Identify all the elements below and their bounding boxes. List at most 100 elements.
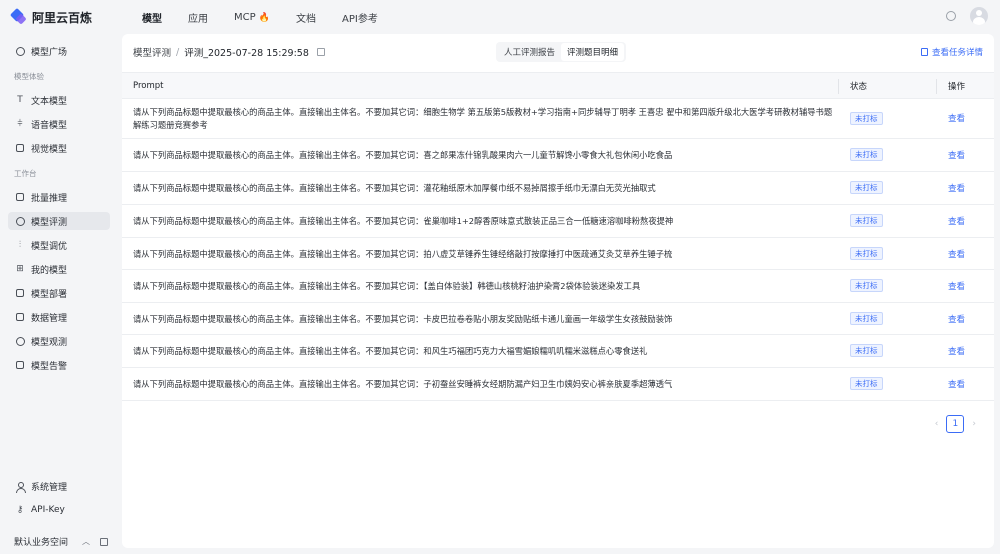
breadcrumb-current: 评测_2025-07-28 15:29:58	[184, 48, 309, 59]
status-badge: 未打标	[850, 312, 883, 325]
workspace-switcher[interactable]: 默认业务空间 ︿	[14, 535, 110, 548]
sidebar-item-model-tuning[interactable]: ⫶ 模型调优	[8, 236, 110, 254]
chevron-left-icon[interactable]: ‹	[935, 419, 939, 429]
prompt-cell: 请从下列商品标题中提取最核心的商品主体。直接输出主体名。不要加其它词：卡皮巴拉卷…	[133, 314, 673, 324]
sidebar-item-system[interactable]: 系统管理	[8, 477, 110, 495]
view-task-details-label: 查看任务详情	[931, 48, 983, 58]
sidebar-item-label: 文本模型	[31, 96, 68, 107]
table-header: Prompt 状态 操作	[122, 72, 994, 99]
status-badge: 未打标	[850, 214, 883, 227]
view-button[interactable]: 查看	[948, 149, 965, 161]
tab-question-details[interactable]: 评测题目明细	[561, 43, 625, 61]
sidebar-item-data[interactable]: 数据管理	[8, 308, 110, 326]
user-icon	[15, 481, 26, 493]
gear-icon[interactable]	[946, 11, 956, 21]
sidebar-item-alert[interactable]: 模型告警	[8, 356, 110, 374]
table-row: 请从下列商品标题中提取最核心的商品主体。直接输出主体名。不要加其它词：拍八虚艾草…	[122, 238, 994, 270]
avatar[interactable]	[970, 7, 988, 25]
top-bar: 阿里云百炼 模型 应用 MCP 🔥 文档 API参考	[0, 0, 1000, 34]
batch-icon	[15, 192, 25, 202]
sidebar-item-api-key[interactable]: ⚷ API-Key	[8, 501, 110, 519]
status-badge: 未打标	[850, 377, 883, 390]
sidebar-item-vision-model[interactable]: 视觉模型	[8, 139, 110, 157]
sidebar-item-label: 模型观测	[31, 337, 68, 348]
sidebar-item-voice-model[interactable]: ⫩ 语音模型	[8, 115, 110, 133]
prompt-cell: 请从下列商品标题中提取最核心的商品主体。直接输出主体名。不要加其它词：拍八虚艾草…	[133, 249, 673, 259]
deploy-icon	[15, 288, 25, 298]
sidebar-item-label: 模型广场	[31, 47, 68, 58]
prompt-cell: 请从下列商品标题中提取最核心的商品主体。直接输出主体名。不要加其它词：细胞生物学…	[133, 107, 833, 130]
fire-icon: 🔥	[258, 12, 271, 23]
sidebar-group-experience: 模型体验	[14, 72, 44, 81]
chevron-up-icon[interactable]: ︿	[82, 536, 90, 547]
alert-icon	[15, 360, 25, 370]
prompt-cell: 请从下列商品标题中提取最核心的商品主体。直接输出主体名。不要加其它词：和风生巧福…	[133, 346, 648, 356]
sidebar-item-batch-inference[interactable]: 批量推理	[8, 188, 110, 206]
sidebar-item-label: 模型评测	[31, 217, 68, 228]
chart-icon	[15, 312, 25, 322]
view-button[interactable]: 查看	[948, 112, 965, 124]
nav-item-mcp[interactable]: MCP 🔥	[234, 12, 270, 23]
tab-manual-report[interactable]: 人工评测报告	[498, 43, 561, 61]
app-name: 阿里云百炼	[32, 10, 93, 25]
pie-icon	[15, 336, 25, 346]
table-row: 请从下列商品标题中提取最核心的商品主体。直接输出主体名。不要加其它词：卡皮巴拉卷…	[122, 303, 994, 335]
chevron-right-icon[interactable]: ›	[972, 419, 976, 429]
column-divider	[838, 79, 839, 94]
table-row: 请从下列商品标题中提取最核心的商品主体。直接输出主体名。不要加其它词：细胞生物学…	[122, 100, 994, 139]
column-header-status: 状态	[850, 81, 868, 92]
view-button[interactable]: 查看	[948, 313, 965, 325]
sidebar-item-text-model[interactable]: T 文本模型	[8, 91, 110, 109]
view-task-details-link[interactable]: 查看任务详情	[920, 46, 983, 58]
prompt-cell: 请从下列商品标题中提取最核心的商品主体。直接输出主体名。不要加其它词：【盖白体验…	[133, 281, 641, 291]
view-button[interactable]: 查看	[948, 182, 965, 194]
breadcrumb-separator: /	[176, 46, 180, 58]
status-badge: 未打标	[850, 181, 883, 194]
nav-item-api[interactable]: API参考	[342, 10, 378, 25]
view-tabs: 人工评测报告 评测题目明细	[496, 42, 627, 62]
nav-item-docs[interactable]: 文档	[296, 10, 316, 25]
logo[interactable]: 阿里云百炼	[12, 9, 120, 26]
status-badge: 未打标	[850, 344, 883, 357]
sidebar-item-label: 模型部署	[31, 289, 68, 300]
status-badge: 未打标	[850, 279, 883, 292]
sidebar-item-my-models[interactable]: ⊞ 我的模型	[8, 260, 110, 278]
sidebar-item-label: 模型调优	[31, 241, 68, 252]
column-divider	[936, 79, 937, 94]
logo-icon	[12, 10, 26, 24]
main-panel: 模型评测 / 评测_2025-07-28 15:29:58 人工评测报告 评测题…	[122, 34, 994, 548]
sliders-icon: ⫶	[18, 240, 22, 250]
view-button[interactable]: 查看	[948, 378, 965, 390]
table-row: 请从下列商品标题中提取最核心的商品主体。直接输出主体名。不要加其它词：雀巢咖啡1…	[122, 205, 994, 238]
edit-icon[interactable]	[316, 48, 325, 56]
view-button[interactable]: 查看	[948, 248, 965, 260]
document-icon	[920, 48, 928, 56]
prompt-cell: 请从下列商品标题中提取最核心的商品主体。直接输出主体名。不要加其它词：子初蚕丝安…	[133, 379, 673, 389]
prompt-cell: 请从下列商品标题中提取最核心的商品主体。直接输出主体名。不要加其它词：雀巢咖啡1…	[133, 216, 674, 226]
prompt-cell: 请从下列商品标题中提取最核心的商品主体。直接输出主体名。不要加其它词：喜之郎果冻…	[133, 150, 673, 160]
key-icon: ⚷	[16, 505, 24, 515]
compass-icon	[15, 216, 25, 226]
sidebar-item-observe[interactable]: 模型观测	[8, 332, 110, 350]
nav-item-model[interactable]: 模型	[142, 10, 162, 25]
status-badge: 未打标	[850, 247, 883, 260]
pagination: ‹ 1 ›	[927, 415, 984, 433]
sidebar-item-plaza[interactable]: 模型广场	[8, 42, 110, 60]
breadcrumb: 模型评测 / 评测_2025-07-28 15:29:58	[133, 45, 325, 59]
page-button-current[interactable]: 1	[946, 415, 965, 433]
collapse-sidebar-icon[interactable]	[100, 537, 109, 546]
sidebar: 模型广场 模型体验 T 文本模型 ⫩ 语音模型 视觉模型 工作台 批量推理 模型…	[0, 34, 118, 554]
column-header-ops: 操作	[948, 81, 966, 92]
view-button[interactable]: 查看	[948, 215, 965, 227]
sidebar-item-label: 数据管理	[31, 313, 68, 324]
waveform-icon: ⫩	[17, 119, 23, 129]
column-header-prompt: Prompt	[133, 80, 164, 91]
sidebar-item-label: 视觉模型	[31, 144, 68, 155]
view-button[interactable]: 查看	[948, 345, 965, 357]
sidebar-item-deploy[interactable]: 模型部署	[8, 284, 110, 302]
status-badge: 未打标	[850, 112, 883, 125]
breadcrumb-root[interactable]: 模型评测	[133, 45, 171, 59]
sidebar-item-model-eval[interactable]: 模型评测	[8, 212, 110, 230]
view-button[interactable]: 查看	[948, 280, 965, 292]
nav-item-app[interactable]: 应用	[188, 10, 208, 25]
